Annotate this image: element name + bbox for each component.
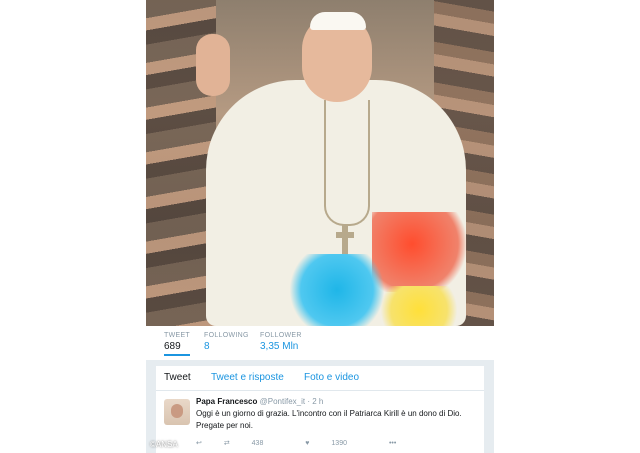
- retweet-button[interactable]: ⇄ 438: [224, 440, 284, 447]
- tweet-header: Papa Francesco @Pontifex_it · 2 h: [196, 397, 323, 406]
- reply-icon[interactable]: ↩: [196, 440, 202, 447]
- stat-value: 3,35 Mln: [260, 341, 299, 352]
- separator-dot: ·: [307, 397, 310, 406]
- stat-follower[interactable]: FOLLOWER 3,35 Mln: [260, 332, 302, 352]
- tweet-author-name[interactable]: Papa Francesco: [196, 397, 257, 406]
- retweet-count: 438: [251, 440, 264, 447]
- more-icon[interactable]: •••: [389, 440, 396, 447]
- stat-label: FOLLOWING: [204, 332, 249, 339]
- pectoral-chain: [324, 100, 370, 226]
- zucchetto: [310, 12, 366, 30]
- tweet-timestamp[interactable]: 2 h: [312, 397, 323, 406]
- tab-tweet[interactable]: Tweet: [164, 372, 191, 383]
- stat-following[interactable]: FOLLOWING 8: [204, 332, 249, 352]
- tab-tweet-e-risposte[interactable]: Tweet e risposte: [211, 372, 284, 383]
- tab-foto-e-video[interactable]: Foto e video: [304, 372, 359, 383]
- timeline: Tweet Tweet e risposte Foto e video Papa…: [146, 360, 494, 453]
- stat-value: 8: [204, 341, 210, 352]
- like-count: 1390: [331, 440, 347, 447]
- stat-tweet[interactable]: TWEET 689: [164, 332, 190, 356]
- tweet-text: Oggi è un giorno di grazia. L'incontro c…: [196, 409, 462, 430]
- retweet-icon: ⇄: [223, 440, 230, 447]
- twitter-profile-card: TWEET 689 FOLLOWING 8 FOLLOWER 3,35 Mln …: [146, 0, 494, 453]
- timeline-tabs: Tweet Tweet e risposte Foto e video: [156, 366, 484, 391]
- header-photo: [146, 0, 494, 326]
- stat-value: 689: [164, 341, 181, 352]
- tweet-actions: ↩ ⇄ 438 ♥ 1390 •••: [196, 439, 416, 447]
- stat-label: FOLLOWER: [260, 332, 302, 339]
- heart-icon: ♥: [305, 440, 310, 447]
- yellow-feathers: [374, 286, 464, 326]
- like-button[interactable]: ♥ 1390: [305, 440, 367, 447]
- stat-label: TWEET: [164, 332, 190, 339]
- tweet-author-handle[interactable]: @Pontifex_it: [260, 397, 305, 406]
- waving-hand: [196, 34, 230, 96]
- ansa-watermark: ©ANSA: [150, 440, 178, 449]
- profile-stats: TWEET 689 FOLLOWING 8 FOLLOWER 3,35 Mln: [146, 326, 494, 358]
- tweet-item[interactable]: Papa Francesco @Pontifex_it · 2 h Oggi è…: [156, 391, 484, 453]
- avatar[interactable]: [164, 399, 190, 425]
